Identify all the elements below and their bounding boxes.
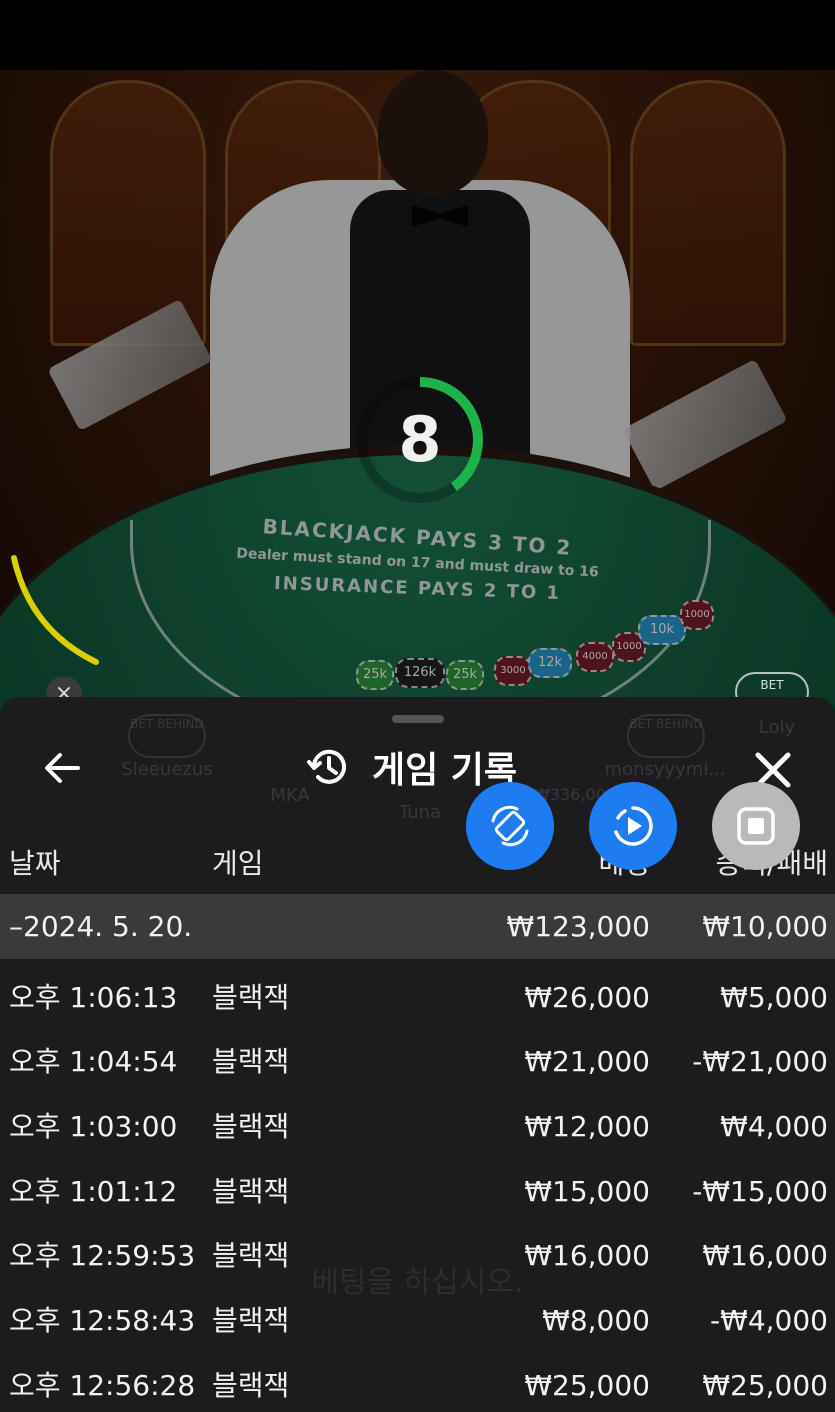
row-result: -₩21,000 [692, 1045, 828, 1078]
row-game: 블랙잭 [212, 1110, 290, 1143]
row-game: 블랙잭 [212, 1045, 290, 1078]
date-summary-row[interactable]: –2024. 5. 20. ₩123,000 ₩10,000 [0, 894, 835, 959]
yellow-progress-arc [11, 555, 99, 665]
table-row[interactable]: 오후 12:56:28 블랙잭 ₩25,000 ₩25,000 [0, 1353, 835, 1412]
table-row[interactable]: 오후 12:58:43 블랙잭 ₩8,000 -₩4,000 [0, 1288, 835, 1353]
column-header-game: 게임 [212, 847, 264, 880]
summary-date: –2024. 5. 20. [9, 910, 193, 943]
table-row[interactable]: 오후 1:04:54 블랙잭 ₩21,000 -₩21,000 [0, 1029, 835, 1094]
decision-timer: 8 [350, 370, 490, 510]
row-result: ₩4,000 [720, 1110, 828, 1143]
row-game: 블랙잭 [212, 1239, 290, 1272]
row-bet: ₩26,000 [524, 981, 650, 1014]
row-time: 오후 12:58:43 [9, 1304, 196, 1337]
row-time: 오후 12:59:53 [9, 1239, 196, 1272]
row-bet: ₩8,000 [542, 1304, 650, 1337]
row-bet: ₩21,000 [524, 1045, 650, 1078]
stop-icon [737, 807, 775, 845]
arrow-left-icon[interactable] [40, 745, 86, 791]
row-bet: ₩16,000 [524, 1239, 650, 1272]
row-bet: ₩25,000 [524, 1369, 650, 1402]
row-result: ₩25,000 [702, 1369, 828, 1402]
row-result: -₩15,000 [692, 1175, 828, 1208]
summary-result: ₩10,000 [702, 910, 828, 943]
row-result: ₩16,000 [702, 1239, 828, 1272]
rotate-icon [491, 805, 529, 847]
row-time: 오후 1:03:00 [9, 1110, 178, 1143]
history-clock-icon [307, 749, 346, 784]
ghost-player-name: Tuna [398, 802, 442, 823]
sheet-header: 게임 기록 [0, 737, 835, 797]
sheet-drag-handle[interactable] [392, 715, 444, 723]
row-time: 오후 1:06:13 [9, 981, 178, 1014]
replay-icon [614, 806, 653, 846]
row-game: 블랙잭 [212, 1175, 290, 1208]
screen: BLACKJACK PAYS 3 TO 2 Dealer must stand … [0, 0, 835, 1412]
table-row[interactable]: 오후 1:03:00 블랙잭 ₩12,000 ₩4,000 [0, 1094, 835, 1159]
table-row[interactable]: 오후 1:01:12 블랙잭 ₩15,000 -₩15,000 [0, 1159, 835, 1224]
game-history-sheet: BET BEHIND BET BEHIND Sleeuezus MKA Tuna… [0, 697, 835, 1412]
row-game: 블랙잭 [212, 1304, 290, 1337]
summary-bet: ₩123,000 [506, 910, 650, 943]
row-time: 오후 12:56:28 [9, 1369, 196, 1402]
row-result: ₩5,000 [720, 981, 828, 1014]
table-row[interactable]: 오후 1:06:13 블랙잭 ₩26,000 ₩5,000 [0, 965, 835, 1030]
stop-button[interactable] [712, 782, 800, 870]
timer-value: 8 [398, 403, 442, 476]
live-video-feed: BLACKJACK PAYS 3 TO 2 Dealer must stand … [0, 70, 835, 720]
row-game: 블랙잭 [212, 1369, 290, 1402]
rotate-screen-button[interactable] [466, 782, 554, 870]
row-bet: ₩12,000 [524, 1110, 650, 1143]
row-result: -₩4,000 [710, 1304, 828, 1337]
replay-button[interactable] [589, 782, 677, 870]
table-row[interactable]: 오후 12:59:53 블랙잭 ₩16,000 ₩16,000 [0, 1223, 835, 1288]
ghost-player-name: Loly [758, 717, 796, 738]
row-game: 블랙잭 [212, 981, 290, 1014]
row-time: 오후 1:04:54 [9, 1045, 178, 1078]
column-header-date: 날짜 [9, 847, 61, 880]
row-time: 오후 1:01:12 [9, 1175, 178, 1208]
row-bet: ₩15,000 [524, 1175, 650, 1208]
